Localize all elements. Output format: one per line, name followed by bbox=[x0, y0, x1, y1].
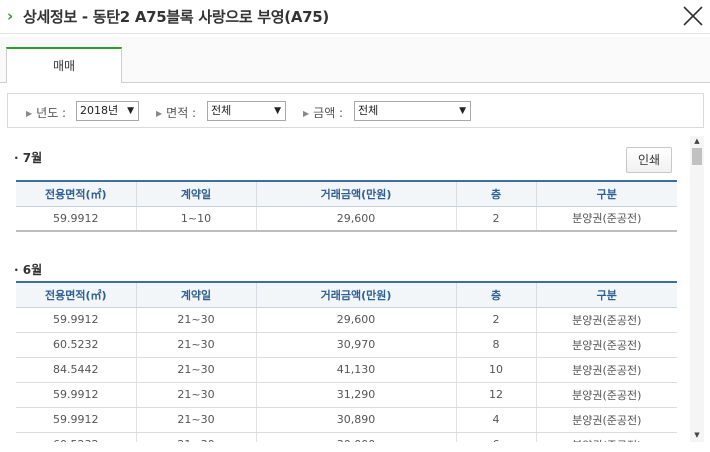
cell-type: 분양권(준공전) bbox=[535, 332, 677, 358]
window-bottom-edge bbox=[0, 442, 710, 452]
title-bar: › 상세정보 - 동탄2 A75블록 사랑으로 부영(A75) bbox=[0, 0, 710, 34]
cell-type: 분양권(준공전) bbox=[535, 206, 677, 232]
col-header-date: 계약일 bbox=[135, 281, 256, 308]
cell-floor: 10 bbox=[455, 357, 536, 383]
cell-area: 84.5442 bbox=[16, 357, 136, 383]
dropdown-caret-icon: ▼ bbox=[459, 106, 466, 116]
scroll-up-arrow-icon[interactable]: ▲ bbox=[690, 136, 704, 146]
col-header-area: 전용면적(㎡) bbox=[16, 281, 136, 308]
col-header-area: 전용면적(㎡) bbox=[16, 180, 136, 207]
cell-date: 21~30 bbox=[135, 382, 256, 408]
table-row: 59.9912 21~30 31,290 12 분양권(준공전) bbox=[16, 382, 677, 408]
cell-floor: 4 bbox=[455, 407, 536, 433]
filter-bar: ▶ 년도 : 2018년 ▼ ▶ 면적 : 전체 ▼ ▶ 금액 : 전체 ▼ bbox=[7, 93, 704, 128]
chevron-right-icon: › bbox=[7, 7, 14, 25]
close-icon[interactable] bbox=[681, 4, 705, 28]
detail-window: › 상세정보 - 동탄2 A75블록 사랑으로 부영(A75) 매매 ▶ 년도 :… bbox=[0, 0, 710, 452]
window-title: 상세정보 - 동탄2 A75블록 사랑으로 부영(A75) bbox=[23, 8, 329, 26]
cell-area: 59.9912 bbox=[16, 382, 136, 408]
print-button[interactable]: 인쇄 bbox=[626, 147, 672, 173]
area-select[interactable]: 전체 ▼ bbox=[207, 101, 286, 121]
month-heading-july: · 7월 bbox=[14, 151, 43, 165]
year-filter-label: ▶ 년도 : bbox=[26, 106, 67, 120]
table-row: 60.5232 21~30 30,970 8 분양권(준공전) bbox=[16, 332, 677, 358]
col-header-floor: 층 bbox=[455, 281, 536, 308]
july-table: 전용면적(㎡) 계약일 거래금액(만원) 층 구분 59.9912 1~10 2… bbox=[16, 180, 677, 232]
dropdown-caret-icon: ▼ bbox=[127, 106, 134, 116]
cell-price: 31,290 bbox=[255, 382, 456, 408]
tab-bar: 매매 bbox=[0, 37, 710, 83]
price-filter-label: ▶ 금액 : bbox=[303, 106, 344, 120]
vertical-scrollbar[interactable]: ▲ ▼ bbox=[690, 136, 704, 442]
cell-date: 21~30 bbox=[135, 357, 256, 383]
year-select[interactable]: 2018년 ▼ bbox=[76, 101, 139, 121]
scrollbar-thumb[interactable] bbox=[692, 148, 702, 165]
cell-date: 1~10 bbox=[135, 206, 256, 232]
price-select[interactable]: 전체 ▼ bbox=[354, 101, 471, 121]
col-header-price: 거래금액(만원) bbox=[255, 180, 456, 207]
cell-price: 30,890 bbox=[255, 407, 456, 433]
col-header-floor: 층 bbox=[455, 180, 536, 207]
results-panel[interactable]: · 7월 인쇄 전용면적(㎡) 계약일 거래금액(만원) 층 구분 59.991… bbox=[0, 136, 690, 442]
col-header-price: 거래금액(만원) bbox=[255, 281, 456, 308]
cell-price: 30,970 bbox=[255, 332, 456, 358]
play-marker-icon: ▶ bbox=[26, 109, 33, 118]
cell-floor: 2 bbox=[455, 206, 536, 232]
col-header-type: 구분 bbox=[535, 281, 677, 308]
tab-trade[interactable]: 매매 bbox=[6, 47, 122, 83]
cell-type: 분양권(준공전) bbox=[535, 432, 677, 442]
cell-type: 분양권(준공전) bbox=[535, 307, 677, 333]
cell-area: 60.5232 bbox=[16, 432, 136, 442]
cell-price: 41,130 bbox=[255, 357, 456, 383]
cell-date: 21~30 bbox=[135, 407, 256, 433]
cell-price: 29,600 bbox=[255, 206, 456, 232]
cell-date: 21~30 bbox=[135, 307, 256, 333]
cell-area: 59.9912 bbox=[16, 206, 136, 232]
cell-date: 21~30 bbox=[135, 332, 256, 358]
cell-floor: 12 bbox=[455, 382, 536, 408]
cell-area: 59.9912 bbox=[16, 407, 136, 433]
scroll-down-arrow-icon[interactable]: ▼ bbox=[690, 430, 704, 440]
table-row: 59.9912 1~10 29,600 2 분양권(준공전) bbox=[16, 206, 677, 232]
play-marker-icon: ▶ bbox=[303, 109, 310, 118]
cell-price: 30,000 bbox=[255, 432, 456, 442]
cell-price: 29,600 bbox=[255, 307, 456, 333]
table-header-row: 전용면적(㎡) 계약일 거래금액(만원) 층 구분 bbox=[16, 281, 677, 308]
cell-type: 분양권(준공전) bbox=[535, 407, 677, 433]
cell-date: 21~30 bbox=[135, 432, 256, 442]
dropdown-caret-icon: ▼ bbox=[274, 106, 281, 116]
cell-floor: 6 bbox=[455, 432, 536, 442]
month-heading-june: · 6월 bbox=[14, 263, 43, 277]
col-header-type: 구분 bbox=[535, 180, 677, 207]
col-header-date: 계약일 bbox=[135, 180, 256, 207]
table-row: 60.5232 21~30 30,000 6 분양권(준공전) bbox=[16, 432, 677, 442]
table-row: 59.9912 21~30 29,600 2 분양권(준공전) bbox=[16, 307, 677, 333]
play-marker-icon: ▶ bbox=[156, 109, 163, 118]
cell-area: 59.9912 bbox=[16, 307, 136, 333]
june-table: 전용면적(㎡) 계약일 거래금액(만원) 층 구분 59.9912 21~30 … bbox=[16, 281, 677, 442]
table-row: 84.5442 21~30 41,130 10 분양권(준공전) bbox=[16, 357, 677, 383]
cell-area: 60.5232 bbox=[16, 332, 136, 358]
area-filter-label: ▶ 면적 : bbox=[156, 106, 197, 120]
table-header-row: 전용면적(㎡) 계약일 거래금액(만원) 층 구분 bbox=[16, 180, 677, 207]
cell-type: 분양권(준공전) bbox=[535, 357, 677, 383]
cell-floor: 2 bbox=[455, 307, 536, 333]
cell-floor: 8 bbox=[455, 332, 536, 358]
table-row: 59.9912 21~30 30,890 4 분양권(준공전) bbox=[16, 407, 677, 433]
cell-type: 분양권(준공전) bbox=[535, 382, 677, 408]
